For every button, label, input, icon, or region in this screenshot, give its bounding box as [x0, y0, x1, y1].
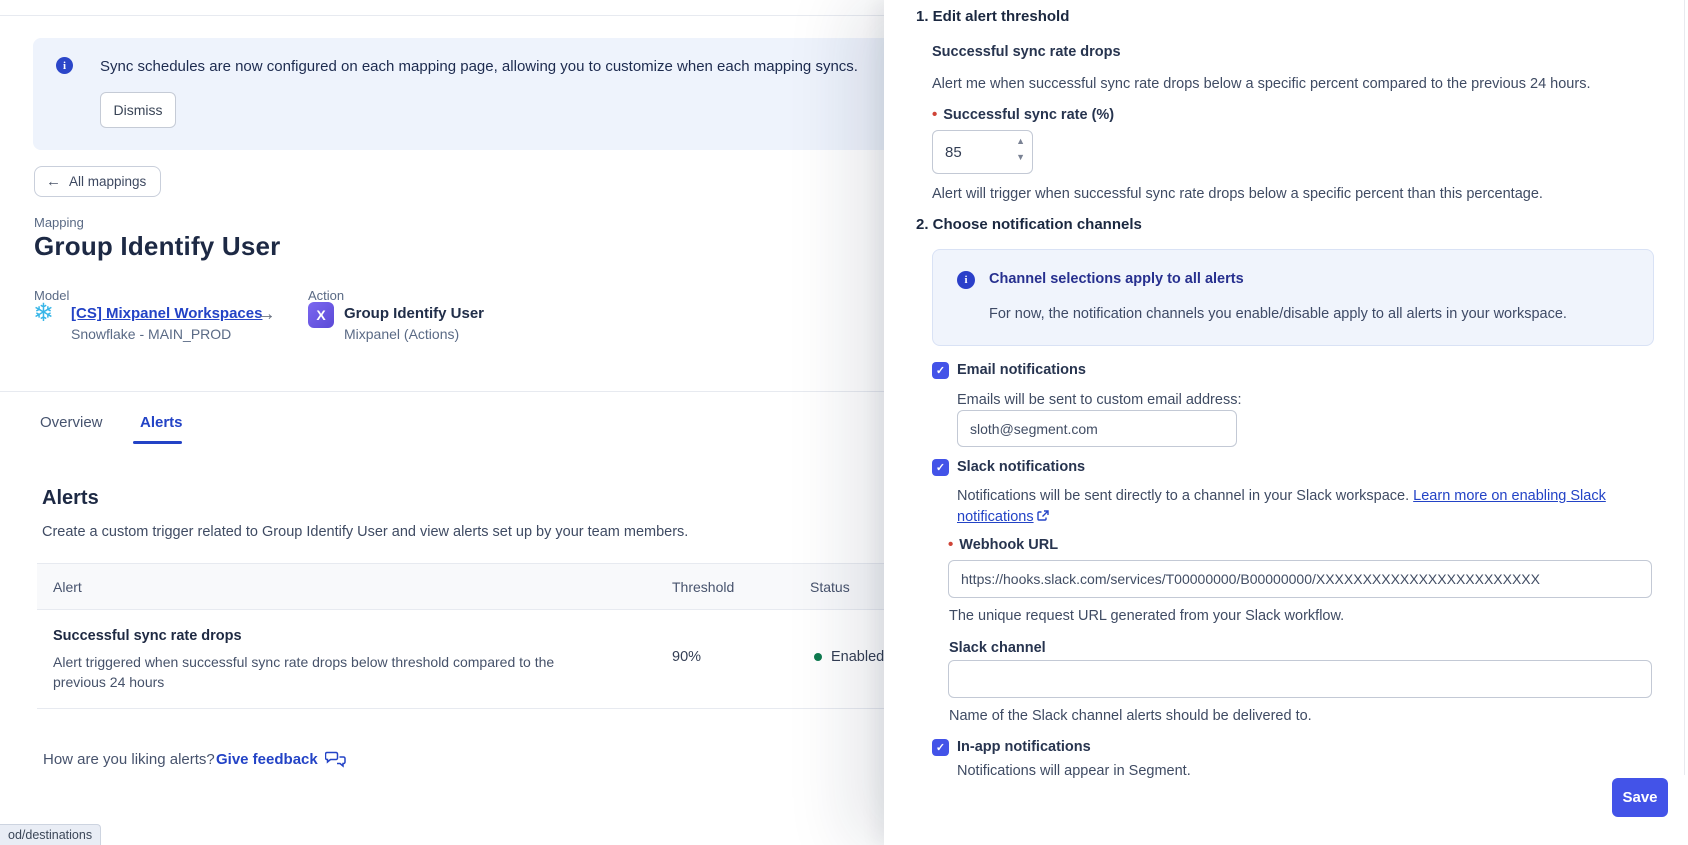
status-enabled-dot — [814, 653, 822, 661]
alert-threshold: 90% — [672, 649, 701, 665]
slack-channel-helper-text: Name of the Slack channel alerts should … — [949, 706, 1312, 727]
section-edit-threshold-heading: 1. Edit alert threshold — [916, 8, 1069, 25]
webhook-url-label: •Webhook URL — [948, 536, 1058, 553]
breadcrumb: Mapping — [34, 215, 84, 230]
dismiss-button[interactable]: Dismiss — [100, 92, 176, 128]
stepper-down-icon[interactable]: ▼ — [1016, 153, 1025, 161]
save-button[interactable]: Save — [1612, 778, 1668, 817]
column-header-alert: Alert — [53, 579, 82, 595]
info-box-body: For now, the notification channels you e… — [989, 306, 1567, 322]
tab-overview[interactable]: Overview — [40, 414, 103, 431]
feedback-prompt: How are you liking alerts? — [43, 751, 215, 768]
slack-channel-label: Slack channel — [949, 640, 1046, 656]
info-icon: i — [957, 271, 975, 289]
action-label: Action — [308, 288, 344, 303]
model-link[interactable]: [CS] Mixpanel Workspaces — [71, 305, 262, 322]
webhook-url-input[interactable] — [948, 560, 1652, 598]
inapp-notifications-checkbox[interactable]: ✓ — [932, 739, 949, 756]
alerts-description: Create a custom trigger related to Group… — [42, 524, 688, 540]
alert-type-description: Alert me when successful sync rate drops… — [932, 74, 1590, 95]
back-arrow-icon: ← — [46, 173, 61, 190]
inapp-notifications-label[interactable]: In-app notifications — [957, 739, 1091, 755]
column-header-status: Status — [810, 579, 850, 595]
banner-message: Sync schedules are now configured on eac… — [100, 58, 858, 75]
slack-notifications-label[interactable]: Slack notifications — [957, 459, 1085, 475]
required-dot: • — [948, 536, 953, 553]
action-name: Group Identify User — [344, 305, 484, 322]
channels-info-box: i Channel selections apply to all alerts… — [932, 249, 1654, 346]
slack-helper-text: Notifications will be sent directly to a… — [957, 486, 1637, 528]
number-stepper[interactable]: ▲▼ — [1016, 137, 1025, 161]
section-channels-heading: 2. Choose notification channels — [916, 216, 1142, 233]
model-source: Snowflake - MAIN_PROD — [71, 326, 231, 342]
page-title: Group Identify User — [34, 231, 281, 262]
scrollbar-track[interactable] — [1684, 0, 1685, 775]
alert-name: Successful sync rate drops — [53, 628, 242, 644]
webhook-helper-text: The unique request URL generated from yo… — [949, 606, 1344, 627]
snowflake-icon: ❄ — [33, 301, 54, 326]
threshold-helper-text: Alert will trigger when successful sync … — [932, 184, 1543, 205]
mixpanel-icon: X — [308, 302, 334, 328]
back-label: All mappings — [69, 174, 146, 189]
stepper-up-icon[interactable]: ▲ — [1016, 137, 1025, 145]
email-address-input[interactable] — [957, 410, 1237, 447]
action-destination: Mixpanel (Actions) — [344, 326, 459, 342]
give-feedback-link[interactable]: Give feedback — [216, 751, 346, 768]
all-mappings-back-button[interactable]: ← All mappings — [34, 166, 161, 197]
feedback-chat-icon — [325, 751, 346, 768]
status-badge: Enabled — [831, 649, 884, 665]
external-link-icon — [1037, 510, 1049, 522]
info-box-title: Channel selections apply to all alerts — [989, 271, 1244, 287]
email-notifications-label[interactable]: Email notifications — [957, 362, 1086, 378]
slack-helper-sentence: Notifications will be sent directly to a… — [957, 488, 1409, 504]
slack-channel-input[interactable] — [948, 660, 1652, 698]
flow-arrow-icon: → — [256, 303, 276, 326]
required-dot: • — [932, 106, 937, 123]
alert-type-name: Successful sync rate drops — [932, 44, 1121, 60]
email-helper-text: Emails will be sent to custom email addr… — [957, 390, 1241, 411]
alert-description: Alert triggered when successful sync rat… — [53, 652, 608, 692]
alerts-heading: Alerts — [42, 487, 99, 510]
sync-rate-input-wrap: ▲▼ — [932, 130, 1033, 174]
edit-alert-drawer: 1. Edit alert threshold Successful sync … — [884, 0, 1688, 845]
tab-alerts[interactable]: Alerts — [140, 414, 183, 431]
inapp-helper-text: Notifications will appear in Segment. — [957, 761, 1191, 782]
alert-status: Enabled — [814, 649, 884, 665]
active-tab-underline — [133, 441, 182, 444]
give-feedback-label: Give feedback — [216, 751, 318, 768]
sync-rate-field-label: •Successful sync rate (%) — [932, 106, 1114, 123]
info-icon: i — [56, 57, 73, 74]
link-preview-statusbar: od/destinations — [0, 824, 101, 845]
slack-notifications-checkbox[interactable]: ✓ — [932, 459, 949, 476]
email-notifications-checkbox[interactable]: ✓ — [932, 362, 949, 379]
column-header-threshold: Threshold — [672, 579, 734, 595]
